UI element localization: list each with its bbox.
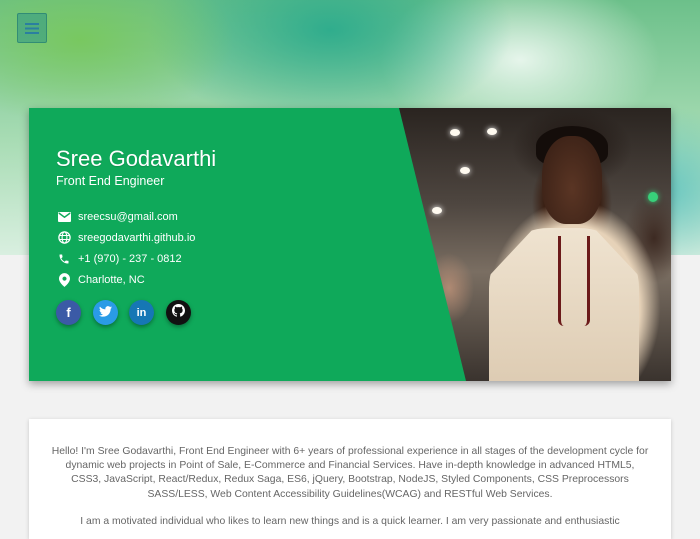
contact-email-text: sreecsu@gmail.com — [78, 210, 178, 223]
facebook-button[interactable]: f — [56, 300, 81, 325]
profile-name: Sree Godavarthi — [56, 146, 217, 171]
facebook-icon: f — [66, 305, 71, 320]
about-paragraph-1: Hello! I'm Sree Godavarthi, Front End En… — [51, 446, 649, 500]
hamburger-menu-icon — [25, 22, 39, 34]
globe-icon — [56, 230, 72, 246]
contact-email[interactable]: sreecsu@gmail.com — [56, 206, 195, 227]
linkedin-icon: in — [136, 306, 147, 319]
contact-list: sreecsu@gmail.com sreegodavarthi.github.… — [56, 206, 195, 290]
contact-phone-text: +1 (970) - 237 - 0812 — [78, 252, 182, 265]
social-links: f in — [56, 300, 202, 325]
profile-role: Front End Engineer — [56, 174, 165, 188]
email-icon — [56, 209, 72, 225]
twitter-icon — [98, 304, 112, 322]
phone-icon — [56, 251, 72, 267]
linkedin-button[interactable]: in — [129, 300, 154, 325]
about-paragraph-2: I am a motivated individual who likes to… — [80, 516, 620, 527]
contact-website[interactable]: sreegodavarthi.github.io — [56, 227, 195, 248]
github-button[interactable] — [165, 300, 191, 325]
contact-location: Charlotte, NC — [56, 269, 195, 290]
hamburger-menu-button[interactable] — [17, 13, 47, 43]
twitter-button[interactable] — [92, 300, 118, 325]
profile-card: Sree Godavarthi Front End Engineer sreec… — [29, 108, 671, 381]
contact-phone[interactable]: +1 (970) - 237 - 0812 — [56, 248, 195, 269]
contact-website-text: sreegodavarthi.github.io — [78, 231, 196, 244]
github-icon — [171, 303, 185, 322]
about-section: Hello! I'm Sree Godavarthi, Front End En… — [29, 419, 671, 539]
location-pin-icon — [56, 272, 72, 288]
contact-location-text: Charlotte, NC — [78, 273, 145, 286]
